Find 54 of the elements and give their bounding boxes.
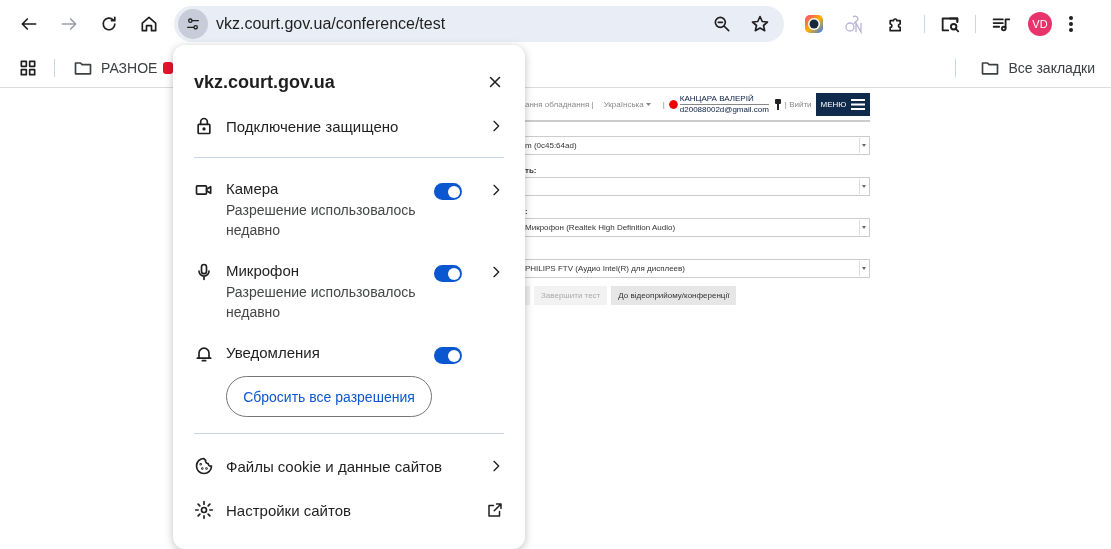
home-icon[interactable]: [139, 14, 159, 34]
settings-icon: [194, 500, 214, 520]
caret-icon: [862, 144, 866, 147]
bookmark-icon[interactable]: [163, 60, 174, 75]
zoom-icon[interactable]: [712, 14, 732, 34]
user-email: d20088002d@gmail.com: [679, 104, 769, 115]
caret-icon: [862, 267, 866, 270]
key-icon: [774, 98, 781, 110]
bell-icon: [194, 344, 214, 364]
permission-note: Разрешение использовалось недавно: [226, 283, 416, 322]
menu-icon[interactable]: [1068, 15, 1074, 33]
permission-label: Камера: [226, 180, 280, 197]
action-button[interactable]: До відеоприйому/конференції: [611, 286, 737, 305]
caret-icon: [645, 102, 651, 106]
all-bookmarks-folder[interactable]: Все закладки: [974, 53, 1101, 82]
cookie-icon: [194, 456, 214, 476]
hamburger-icon: [851, 98, 866, 110]
logout-link[interactable]: | Вийти: [784, 99, 812, 109]
status-dot: [668, 99, 678, 109]
field-label: :: [525, 206, 528, 216]
user-name: КАНЦАРА ВАЛЕРІЙ: [679, 93, 769, 105]
device-select[interactable]: PHILIPS FTV (Аудио Intel(R) для дисплеев): [525, 259, 870, 278]
reload-icon[interactable]: [99, 14, 119, 34]
profile-avatar[interactable]: VD: [1028, 12, 1052, 36]
cookies-row[interactable]: Файлы cookie и данные сайтов: [194, 444, 504, 488]
language-dropdown[interactable]: Українська: [603, 99, 651, 109]
permission-label: Уведомления: [226, 344, 321, 361]
permission-note: Разрешение использовалось недавно: [226, 201, 416, 240]
device-select[interactable]: Микрофон (Realtek High Definition Audio): [525, 218, 870, 237]
site-info-button[interactable]: [178, 9, 208, 39]
divider-text: |: [662, 99, 665, 109]
permission-label: Микрофон: [226, 262, 301, 279]
tune-icon: [185, 16, 201, 32]
permission-row[interactable]: Уведомления: [194, 344, 504, 364]
header-link[interactable]: ання обладнання |: [525, 99, 594, 109]
permission-toggle[interactable]: [434, 183, 462, 200]
external-link-icon: [486, 501, 504, 519]
reset-permissions-button[interactable]: Сбросить все разрешения: [226, 376, 432, 417]
connection-row[interactable]: Подключение защищено: [194, 109, 504, 143]
star-icon[interactable]: [750, 14, 770, 34]
permission-toggle[interactable]: [434, 265, 462, 282]
bookmark-folder[interactable]: РАЗНОЕ: [67, 53, 164, 82]
device-select[interactable]: m (0c45:64ad): [525, 136, 870, 155]
site-settings-row[interactable]: Настройки сайтов: [194, 488, 504, 532]
permission-toggle[interactable]: [434, 347, 462, 364]
address-bar[interactable]: vkz.court.gov.ua/conference/test: [174, 6, 784, 42]
caret-icon: [862, 226, 866, 229]
field-label: ть:: [525, 165, 537, 175]
url-text: vkz.court.gov.ua/conference/test: [216, 15, 447, 33]
menu-button[interactable]: МЕНЮ: [816, 92, 870, 116]
extension-icon[interactable]: [804, 14, 824, 34]
popup-title: vkz.court.gov.ua: [194, 71, 335, 93]
caret-icon: [862, 185, 866, 188]
lock-icon: [194, 116, 214, 136]
